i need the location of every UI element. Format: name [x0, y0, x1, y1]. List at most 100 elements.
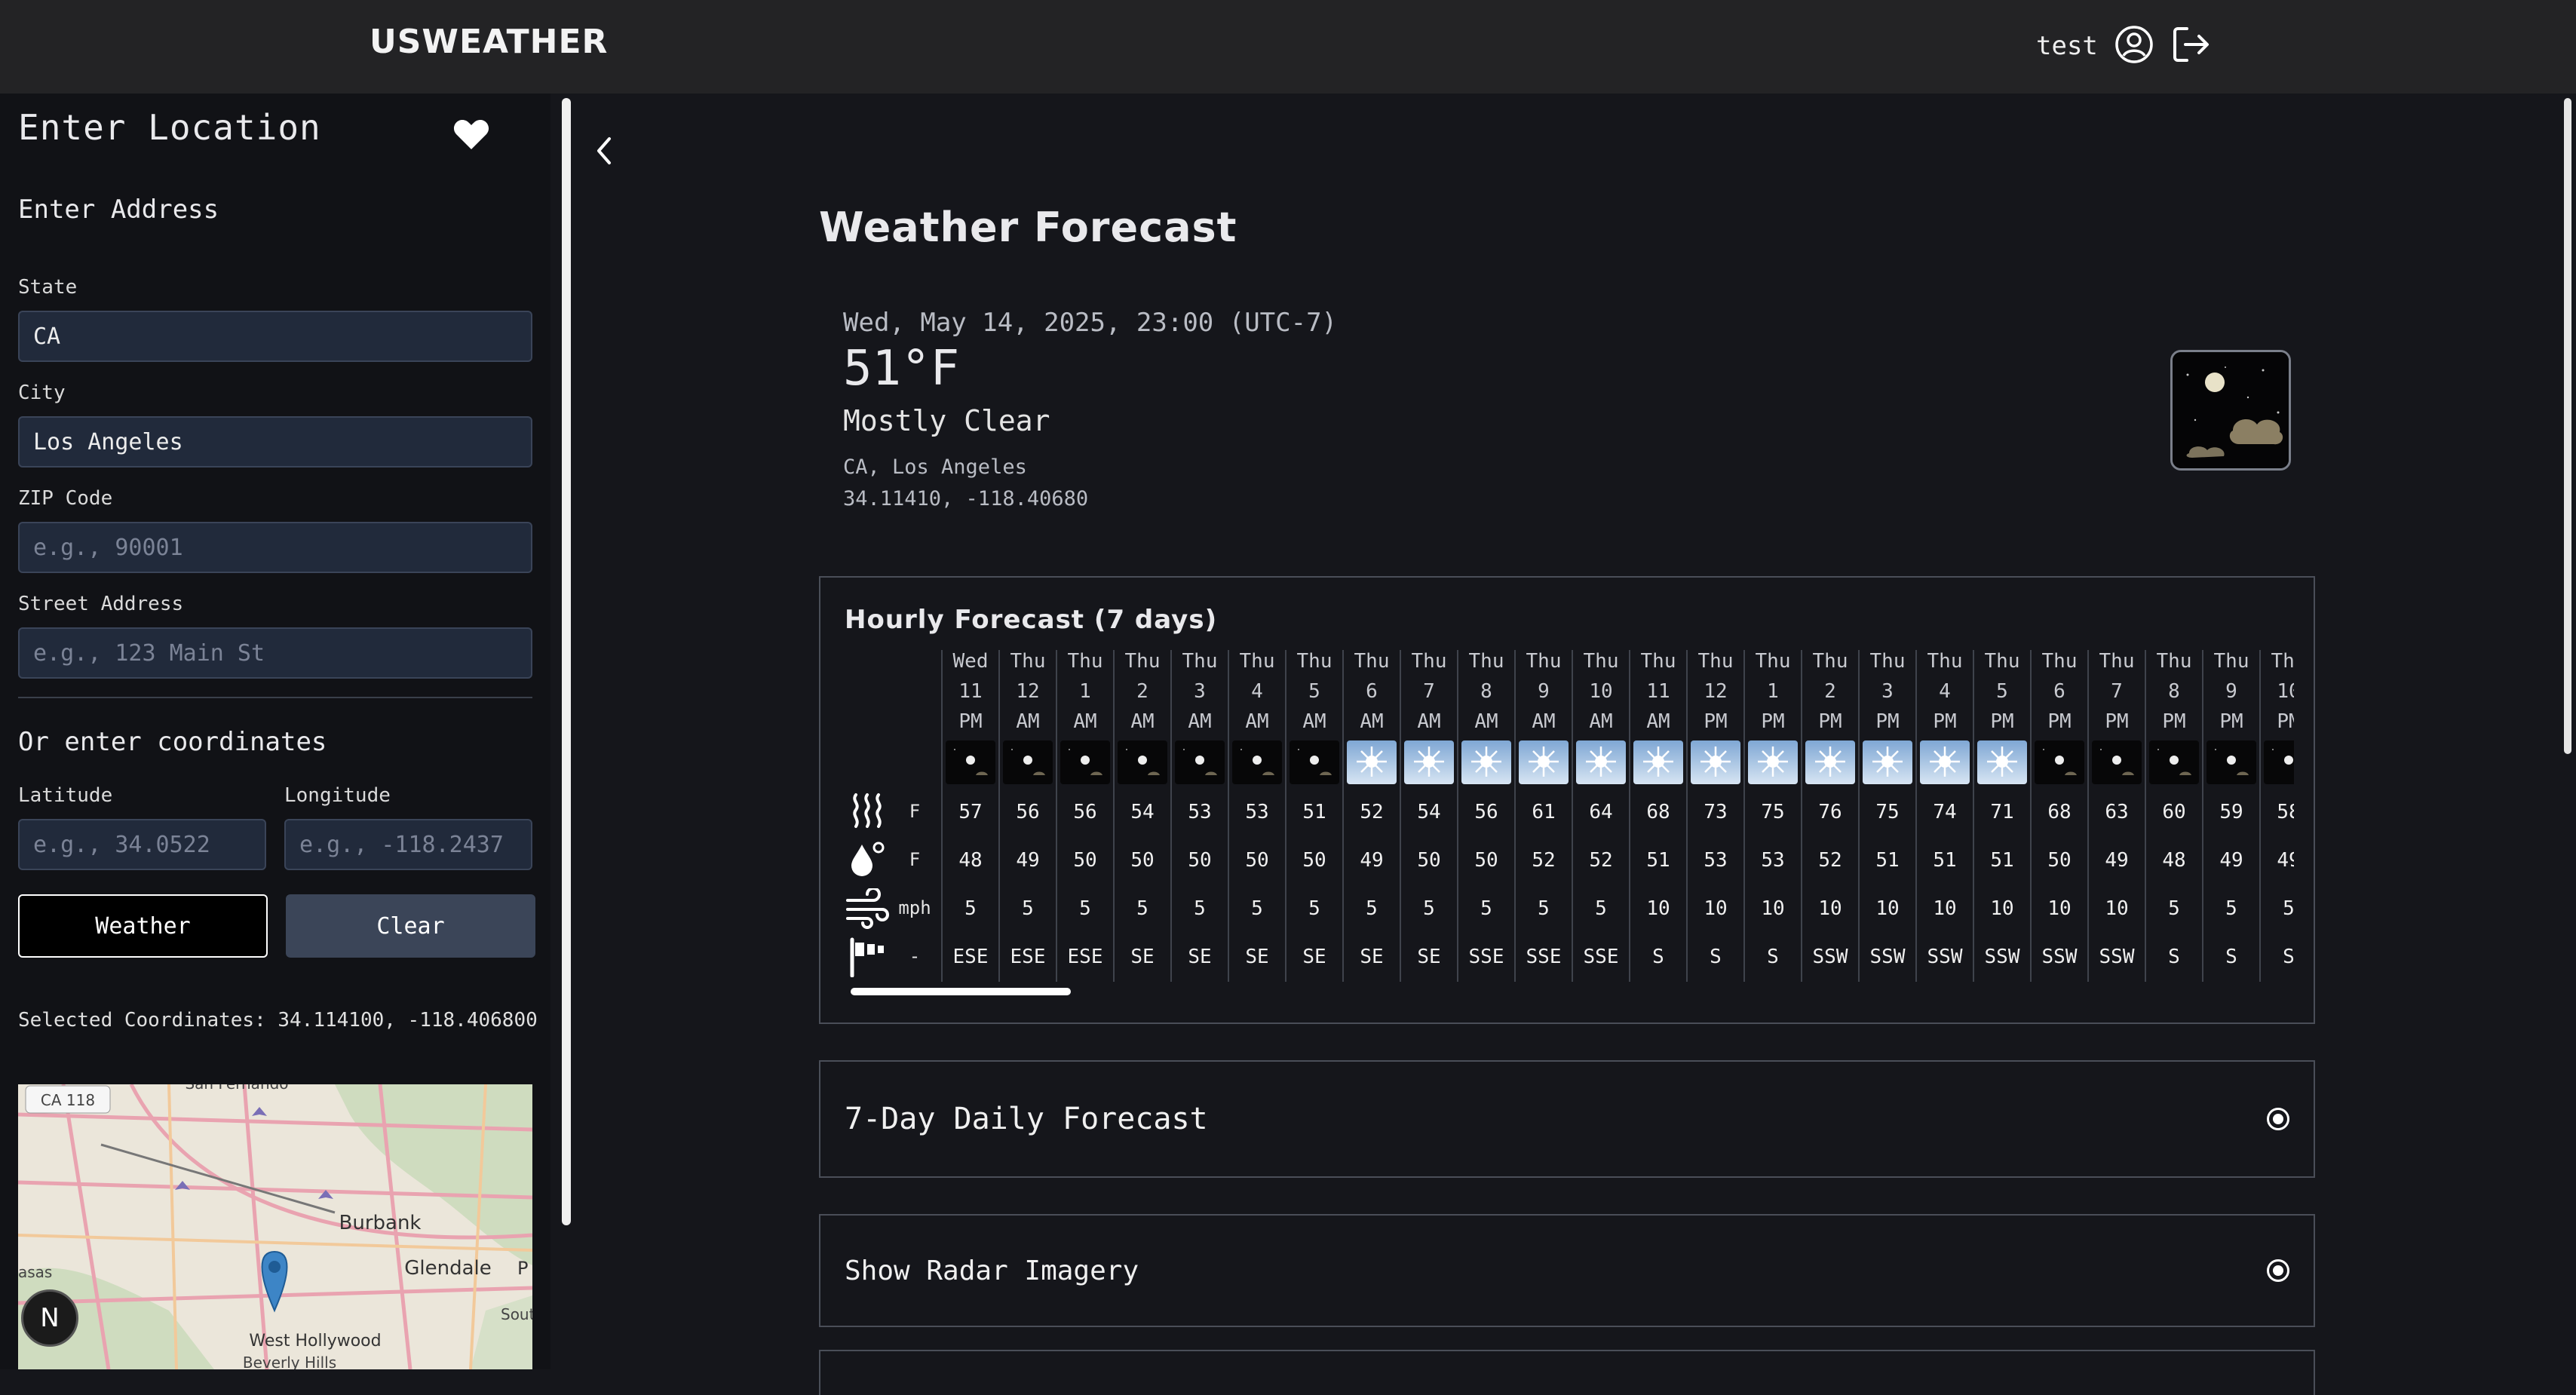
hour-value-dew: 49 [2277, 849, 2294, 872]
hour-header-day: Thu [1010, 650, 1046, 673]
radar-toggle-radio-icon[interactable] [2267, 1259, 2289, 1282]
main-scrollbar[interactable] [2564, 98, 2571, 754]
map-tiles: CA 118 San Fernando Burbank Glendale P a… [18, 1084, 532, 1369]
hour-header-ampm: AM [1589, 710, 1613, 733]
hour-column: Thu 7 PM 63 49 10 SSW [2087, 650, 2145, 982]
hour-header-hour: 8 [1480, 680, 1492, 703]
hour-value-dew: 48 [958, 849, 983, 872]
user-icon[interactable] [2114, 25, 2154, 67]
clear-night-icon [1232, 740, 1282, 784]
hour-value-temp: 53 [1188, 801, 1212, 823]
map-label-ca118: CA 118 [41, 1091, 95, 1109]
zip-input[interactable] [18, 522, 532, 573]
city-label: City [18, 382, 66, 404]
clear-night-icon [1060, 740, 1110, 784]
hour-value-dew: 51 [1990, 849, 2014, 872]
clear-night-icon [2206, 740, 2256, 784]
hourly-horizontal-scrollbar[interactable] [851, 988, 1071, 995]
hour-header-ampm: PM [2277, 710, 2294, 733]
hour-header-day: Thu [1067, 650, 1103, 673]
hour-value-wind: 5 [1366, 897, 1378, 920]
wind-direction-flag-icon [845, 937, 890, 977]
hour-header-hour: 4 [1251, 680, 1263, 703]
sunny-icon [1404, 740, 1454, 784]
hour-column: Thu 10 AM 64 52 5 SSE [1572, 650, 1629, 982]
current-temperature: 51°F [843, 341, 960, 397]
hour-value-wind: 5 [2283, 897, 2294, 920]
hour-value-dew: 50 [1417, 849, 1441, 872]
hour-value-dew: 49 [1016, 849, 1040, 872]
daily-toggle-radio-icon[interactable] [2267, 1108, 2289, 1130]
user-area: test [2036, 23, 2211, 69]
hour-header-ampm: AM [1073, 710, 1097, 733]
map-label-glendale: Glendale [404, 1257, 492, 1280]
next-accordion[interactable] [819, 1350, 2315, 1395]
hour-value-wind: 5 [1480, 897, 1492, 920]
hour-value-temp: 58 [2277, 801, 2294, 823]
logout-icon[interactable] [2170, 24, 2211, 68]
hour-column: Thu 5 AM 51 50 5 SE [1285, 650, 1342, 982]
hour-value-temp: 76 [1818, 801, 1842, 823]
sidebar-divider [18, 697, 532, 698]
state-input[interactable] [18, 311, 532, 362]
hour-value-dir: ESE [1067, 946, 1103, 968]
hour-value-dir: SSW [1812, 946, 1848, 968]
clear-button[interactable]: Clear [286, 894, 535, 958]
longitude-input[interactable] [284, 819, 532, 870]
collapse-sidebar-chevron-left-icon[interactable] [593, 134, 615, 170]
hour-value-temp: 56 [1016, 801, 1040, 823]
location-map[interactable]: CA 118 San Fernando Burbank Glendale P a… [18, 1084, 532, 1369]
hour-value-temp: 75 [1761, 801, 1785, 823]
street-label: Street Address [18, 593, 184, 615]
hour-header-hour: 9 [1538, 680, 1550, 703]
sidebar-scrollbar[interactable] [562, 98, 571, 1225]
wind-unit: mph [898, 897, 931, 918]
hour-header-hour: 3 [1881, 680, 1894, 703]
hour-value-wind: 10 [2047, 897, 2072, 920]
hour-value-temp: 63 [2105, 801, 2129, 823]
hour-value-dir: SSW [2099, 946, 2135, 968]
sunny-icon [1519, 740, 1569, 784]
hour-column: Thu 10 PM 58 49 5 S [2259, 650, 2294, 982]
radar-accordion[interactable]: Show Radar Imagery [819, 1214, 2315, 1327]
hourly-grid[interactable]: F F mph - Wed 11 PM 57 48 5 ESE Thu 12 AM 56 49 5 ESE… [845, 650, 2294, 982]
favorite-heart-icon[interactable] [452, 118, 490, 154]
clear-night-icon [946, 740, 995, 784]
hour-value-temp: 68 [1646, 801, 1670, 823]
hour-header-hour: 1 [1767, 680, 1779, 703]
hour-value-dir: S [1710, 946, 1722, 968]
hour-header-day: Thu [1812, 650, 1848, 673]
hour-value-temp: 56 [1474, 801, 1498, 823]
hour-value-dir: SE [1417, 946, 1441, 968]
hour-value-dew: 51 [1646, 849, 1670, 872]
city-input[interactable] [18, 416, 532, 468]
latitude-input[interactable] [18, 819, 266, 870]
sidebar-title: Enter Location [18, 107, 321, 148]
map-label-beverly-hills: Beverly Hills [243, 1354, 336, 1369]
hourly-title: Hourly Forecast (7 days) [845, 605, 1218, 635]
hour-header-ampm: AM [1532, 710, 1556, 733]
hour-value-wind: 10 [1646, 897, 1670, 920]
hour-value-wind: 5 [1251, 897, 1263, 920]
hour-value-dir: S [2225, 946, 2237, 968]
dev-badge[interactable]: N [21, 1289, 78, 1347]
map-label-west-hollywood: West Hollywood [249, 1332, 381, 1351]
hour-header-hour: 12 [1016, 680, 1040, 703]
street-input[interactable] [18, 627, 532, 679]
top-bar: USWEATHER test [0, 0, 2576, 94]
hour-header-day: Thu [1869, 650, 1906, 673]
hour-value-temp: 51 [1302, 801, 1326, 823]
hour-value-temp: 56 [1073, 801, 1097, 823]
hour-column: Thu 2 AM 54 50 5 SE [1113, 650, 1170, 982]
daily-forecast-accordion[interactable]: 7-Day Daily Forecast [819, 1060, 2315, 1178]
direction-unit: - [909, 946, 921, 967]
hour-value-dir: ESE [1010, 946, 1046, 968]
hour-header-ampm: AM [1016, 710, 1040, 733]
hour-value-dir: SE [1302, 946, 1326, 968]
hour-value-dir: SE [1360, 946, 1384, 968]
weather-button[interactable]: Weather [18, 894, 268, 958]
hour-header-day: Thu [1124, 650, 1161, 673]
app-logo[interactable]: USWEATHER [370, 23, 608, 61]
hour-value-wind: 5 [1308, 897, 1320, 920]
sunny-icon [1977, 740, 2027, 784]
